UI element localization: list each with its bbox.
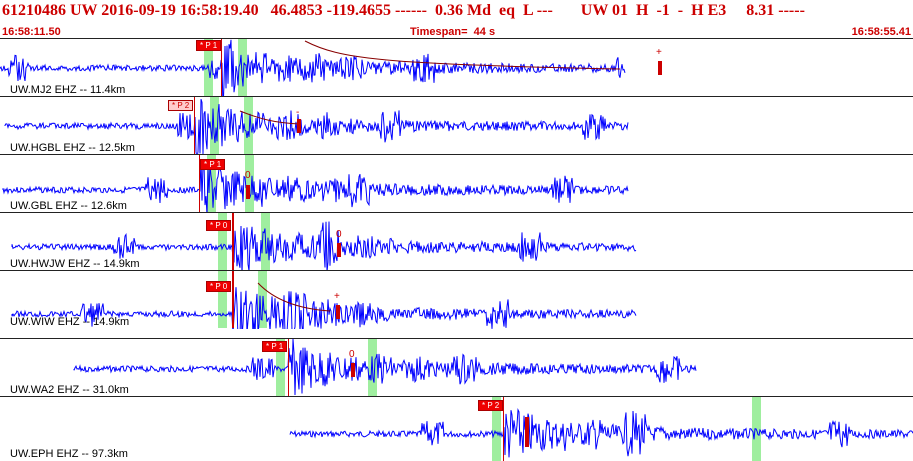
channel-label: UW.HWJW EHZ -- 14.9km (10, 258, 140, 270)
p-pick-label[interactable]: * P 2 (168, 100, 194, 111)
p-pick-label[interactable]: * P 2 (478, 400, 504, 411)
p-pick-line[interactable] (288, 339, 289, 396)
p-pick-line[interactable] (194, 97, 195, 154)
trace-panel-hgbl[interactable]: * P 2 - UW.HGBL EHZ -- 12.5km (0, 96, 913, 155)
amplitude-tick (658, 61, 662, 75)
p-pick-label[interactable]: * P 0 (206, 281, 232, 292)
end-time: 16:58:55.41 (851, 26, 911, 38)
trace-panel-eph[interactable]: * P 2 UW.EPH EHZ -- 97.3km (0, 396, 913, 461)
start-time: 16:58:11.50 (2, 26, 61, 38)
trace-panel-mj2[interactable]: * P 1 + UW.MJ2 EHZ -- 11.4km (0, 38, 913, 97)
trace-panel-gbl[interactable]: * P 1 0 UW.GBL EHZ -- 12.6km (0, 154, 913, 213)
timespan: Timespan= 44 s (410, 26, 496, 38)
amplitude-tick (297, 119, 301, 133)
amplitude-tick (336, 305, 340, 319)
channel-label: UW.MJ2 EHZ -- 11.4km (10, 84, 126, 96)
trace-panel-hwjw[interactable]: * P 0 0 UW.HWJW EHZ -- 14.9km (0, 212, 913, 271)
p-pick-label[interactable]: * P 1 (262, 341, 288, 352)
event-summary-line: 61210486 UW 2016-09-19 16:58:19.40 46.48… (2, 2, 805, 19)
p-pick-line[interactable] (232, 213, 234, 270)
p-pick-label[interactable]: * P 1 (200, 159, 226, 170)
amplitude-marker: 0 (245, 170, 251, 181)
channel-label: UW.WIW EHZ -- 14.9km (10, 316, 130, 328)
trace-panel-wiw[interactable]: * P 0 + UW.WIW EHZ -- 14.9km (0, 270, 913, 329)
seismogram-trace (2, 159, 629, 213)
event-header: 61210486 UW 2016-09-19 16:58:19.40 46.48… (0, 0, 913, 26)
amplitude-tick (525, 417, 529, 447)
channel-label: UW.GBL EHZ -- 12.6km (10, 200, 127, 212)
seismogram-trace (0, 39, 626, 97)
channel-label: UW.EPH EHZ -- 97.3km (10, 448, 128, 460)
amplitude-tick (337, 243, 341, 257)
amplitude-tick (246, 185, 250, 199)
seismogram-trace (11, 282, 637, 329)
amplitude-marker: - (296, 107, 300, 118)
amplitude-tick (351, 363, 355, 377)
amplitude-marker: 0 (349, 349, 355, 360)
seismogram-trace (73, 339, 697, 396)
amplitude-marker: + (334, 291, 340, 302)
seismogram-trace (289, 408, 913, 458)
amplitude-marker: + (656, 47, 662, 58)
amplitude-marker: 0 (336, 229, 342, 240)
p-pick-label[interactable]: * P 0 (206, 220, 232, 231)
trace-panel-wa2[interactable]: * P 1 0 UW.WA2 EHZ -- 31.0km (0, 338, 913, 396)
channel-label: UW.WA2 EHZ -- 31.0km (10, 384, 129, 396)
p-pick-label[interactable]: * P 1 (196, 40, 222, 51)
channel-label: UW.HGBL EHZ -- 12.5km (10, 142, 135, 154)
p-pick-line[interactable] (232, 271, 234, 328)
seismogram-trace (4, 98, 629, 155)
